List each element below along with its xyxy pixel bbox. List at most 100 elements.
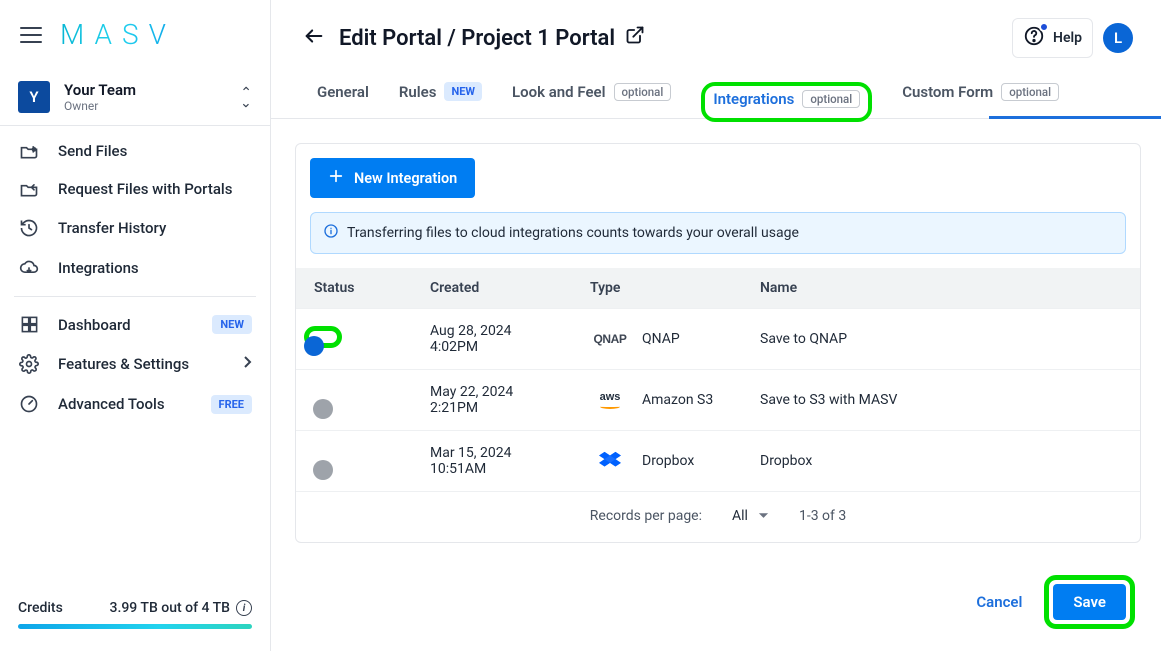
records-per-page-label: Records per page:	[590, 508, 702, 524]
sidebar-item-features-settings[interactable]: Features & Settings	[0, 344, 270, 384]
unfold-icon: ⌃⌃	[240, 90, 252, 104]
tab-label: General	[317, 83, 369, 101]
sidebar-item-label: Request Files with Portals	[58, 180, 252, 198]
column-header-status: Status	[296, 268, 416, 309]
history-icon	[18, 218, 40, 238]
team-avatar: Y	[18, 81, 50, 113]
request-files-icon	[18, 180, 40, 198]
cancel-button[interactable]: Cancel	[976, 593, 1022, 611]
table-row[interactable]: Mar 15, 2024 10:51AM Dropbox Dropbox	[296, 431, 1140, 492]
tab-label: Integrations	[713, 90, 794, 108]
tab-integrations[interactable]: Integrations optional	[713, 90, 860, 108]
sidebar: MASV Y Your Team Owner ⌃⌃ Send Files Req…	[0, 0, 271, 651]
column-header-name: Name	[746, 268, 1140, 309]
usage-info-banner: Transferring files to cloud integrations…	[310, 212, 1126, 254]
cell-type: QNAP	[642, 331, 680, 347]
sidebar-item-label: Send Files	[58, 142, 252, 160]
plus-icon	[328, 168, 344, 188]
records-value: All	[732, 508, 748, 524]
credits-progress-bar	[18, 624, 252, 629]
tab-general[interactable]: General	[317, 83, 369, 118]
external-link-icon[interactable]	[625, 25, 645, 51]
help-label: Help	[1053, 30, 1082, 46]
credits-value: 3.99 TB out of 4 TB	[110, 600, 231, 616]
send-files-icon	[18, 142, 40, 160]
tab-label: Look and Feel	[512, 83, 605, 101]
sidebar-item-label: Integrations	[58, 259, 252, 277]
info-icon[interactable]: i	[236, 600, 252, 616]
sidebar-item-advanced-tools[interactable]: Advanced Tools FREE	[0, 384, 270, 424]
cell-name: Save to S3 with MASV	[746, 370, 1140, 431]
logo: MASV	[60, 18, 176, 51]
sidebar-item-dashboard[interactable]: Dashboard NEW	[0, 305, 270, 344]
records-per-page-select[interactable]: All	[732, 508, 769, 524]
chevron-down-icon	[758, 508, 769, 524]
table-pagination: Records per page: All 1-3 of 3	[296, 491, 1140, 542]
integrations-icon	[18, 258, 40, 278]
qnap-logo-icon: QNAP	[590, 332, 630, 346]
sidebar-item-send-files[interactable]: Send Files	[0, 132, 270, 170]
pagination-range: 1-3 of 3	[799, 508, 846, 524]
tab-label: Rules	[399, 83, 437, 101]
sidebar-item-request-files[interactable]: Request Files with Portals	[0, 170, 270, 208]
cell-created: Mar 15, 2024 10:51AM	[416, 431, 576, 492]
cell-created: May 22, 2024 2:21PM	[416, 370, 576, 431]
sidebar-item-transfer-history[interactable]: Transfer History	[0, 208, 270, 248]
column-header-created: Created	[416, 268, 576, 309]
page-title: Edit Portal / Project 1 Portal	[339, 25, 645, 51]
banner-text: Transferring files to cloud integrations…	[347, 225, 799, 241]
integrations-card: New Integration Transferring files to cl…	[295, 143, 1141, 543]
optional-badge: optional	[614, 83, 672, 101]
help-button[interactable]: Help	[1012, 18, 1093, 58]
cell-type: Dropbox	[642, 453, 694, 469]
highlight-integrations-tab: Integrations optional	[701, 82, 872, 122]
highlight-save: Save	[1044, 575, 1135, 629]
sidebar-item-integrations[interactable]: Integrations	[0, 248, 270, 288]
cell-name: Save to QNAP	[746, 309, 1140, 370]
highlight-toggle	[304, 326, 342, 348]
tab-custom-form[interactable]: Custom Form optional	[902, 83, 1059, 118]
cell-type: Amazon S3	[642, 392, 713, 408]
team-role: Owner	[64, 99, 240, 113]
back-arrow-icon[interactable]	[303, 25, 325, 51]
sidebar-item-label: Transfer History	[58, 219, 252, 237]
integrations-table: Status Created Type Name Aug 28, 2024 4	[296, 268, 1140, 491]
user-avatar[interactable]: L	[1103, 23, 1133, 53]
tab-rules[interactable]: Rules NEW	[399, 82, 482, 118]
aws-logo-icon: aws	[590, 392, 630, 409]
footer-actions: Cancel Save	[271, 557, 1161, 651]
team-switcher[interactable]: Y Your Team Owner ⌃⌃	[0, 67, 270, 126]
tab-look-and-feel[interactable]: Look and Feel optional	[512, 83, 671, 118]
table-row[interactable]: May 22, 2024 2:21PM aws Amazon S3 Save t…	[296, 370, 1140, 431]
new-badge: NEW	[212, 315, 252, 334]
gear-icon	[18, 354, 40, 374]
cell-created: Aug 28, 2024 4:02PM	[416, 309, 576, 370]
free-badge: FREE	[211, 395, 252, 414]
tab-label: Custom Form	[902, 83, 993, 101]
save-button[interactable]: Save	[1053, 584, 1126, 620]
sidebar-item-label: Features & Settings	[58, 355, 224, 373]
chevron-right-icon	[242, 355, 252, 373]
optional-badge: optional	[802, 90, 860, 108]
tabs: General Rules NEW Look and Feel optional…	[271, 64, 1161, 119]
optional-badge: optional	[1001, 83, 1059, 101]
button-label: New Integration	[354, 170, 457, 187]
info-icon	[323, 223, 339, 243]
column-header-type: Type	[576, 268, 746, 309]
credits-panel: Credits 3.99 TB out of 4 TB i	[0, 586, 270, 651]
menu-icon[interactable]	[20, 24, 42, 46]
dropbox-logo-icon	[590, 451, 630, 471]
sidebar-item-label: Advanced Tools	[58, 395, 193, 413]
main-content: Edit Portal / Project 1 Portal Help L Ge…	[271, 0, 1161, 651]
new-badge: NEW	[444, 82, 482, 101]
page-title-text: Edit Portal / Project 1 Portal	[339, 26, 615, 51]
sidebar-item-label: Dashboard	[58, 316, 194, 334]
dashboard-icon	[18, 315, 40, 334]
credits-label: Credits	[18, 600, 63, 616]
table-row[interactable]: Aug 28, 2024 4:02PM QNAP QNAP Save to QN…	[296, 309, 1140, 370]
team-name: Your Team	[64, 81, 240, 99]
new-integration-button[interactable]: New Integration	[310, 158, 475, 198]
gauge-icon	[18, 394, 40, 414]
help-icon	[1023, 25, 1045, 51]
cell-name: Dropbox	[746, 431, 1140, 492]
